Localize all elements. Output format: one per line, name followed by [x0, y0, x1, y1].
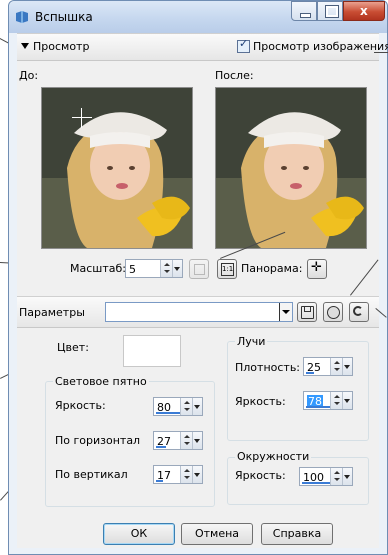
dropdown-arrow-icon[interactable]: [342, 392, 352, 409]
dialog-body: Просмотр ✓ Просмотр изображения До: Посл…: [17, 33, 388, 548]
vertical-spinner[interactable]: 17: [153, 465, 203, 484]
rays-group-label: Лучи: [235, 335, 268, 348]
actual-size-icon: 1:1: [221, 263, 234, 276]
density-spinner[interactable]: 25: [303, 357, 353, 376]
minimize-icon: [300, 13, 311, 18]
spin-arrows-icon[interactable]: [160, 260, 172, 277]
vertical-label: По вертикал: [55, 468, 128, 481]
collapse-arrow-icon[interactable]: [21, 43, 29, 49]
density-label: Плотность:: [235, 361, 301, 374]
after-preview-image: [215, 87, 367, 249]
reset-preset-button[interactable]: [349, 302, 369, 322]
close-button[interactable]: x: [343, 1, 385, 21]
title-bar[interactable]: Вспышка x: [9, 1, 387, 33]
value-bar: [306, 372, 314, 374]
before-label: До:: [19, 69, 39, 82]
zoom-value[interactable]: 5: [129, 263, 136, 276]
horizontal-label: По горизонтал: [55, 434, 141, 447]
preview-header: Просмотр ✓ Просмотр изображения: [17, 33, 388, 61]
spin-arrows-icon[interactable]: [180, 432, 192, 449]
save-preset-button[interactable]: [297, 302, 317, 322]
preset-globe-icon: [327, 306, 340, 319]
circles-brightness-spinner[interactable]: 100: [299, 467, 353, 486]
parameters-label: Параметры: [19, 306, 85, 319]
zoom-label: Масштаб:: [70, 262, 126, 275]
before-preview-image[interactable]: [41, 87, 193, 249]
minimize-button[interactable]: [291, 1, 317, 21]
preview-section-label[interactable]: Просмотр: [33, 40, 89, 53]
pan-button[interactable]: ✛: [307, 259, 327, 279]
actual-size-button[interactable]: 1:1: [217, 259, 237, 279]
zoom-fit-icon: [194, 264, 205, 275]
dropdown-arrow-icon[interactable]: [342, 468, 352, 485]
spot-brightness-spinner[interactable]: 80: [153, 397, 203, 416]
dropdown-arrow-icon[interactable]: [172, 260, 182, 277]
help-button[interactable]: Справка: [261, 523, 333, 545]
pan-label: Панорама:: [241, 262, 303, 275]
close-icon: x: [360, 4, 368, 18]
spin-arrows-icon[interactable]: [180, 466, 192, 483]
value-bar: [156, 446, 166, 448]
rays-brightness-spinner[interactable]: 78: [303, 391, 353, 410]
parameters-header: Параметры: [17, 296, 379, 328]
horizontal-spinner[interactable]: 27: [153, 431, 203, 450]
dropdown-arrow-icon[interactable]: [342, 358, 352, 375]
app-icon: [16, 11, 28, 23]
value-bar: [156, 412, 180, 414]
color-label: Цвет:: [57, 341, 89, 354]
circles-group-label: Окружности: [235, 450, 312, 463]
dropdown-arrow-icon[interactable]: [192, 432, 202, 449]
circles-brightness-label: Яркость:: [235, 469, 286, 482]
move-icon: ✛: [311, 260, 322, 275]
maximize-icon: [325, 5, 339, 18]
portrait-photo: [216, 88, 366, 248]
value-bar: [302, 482, 332, 484]
preset-combobox[interactable]: [105, 302, 293, 322]
value-bar: [306, 406, 330, 408]
after-label: После:: [215, 69, 254, 82]
maximize-button[interactable]: [317, 1, 343, 21]
fit-zoom-button[interactable]: [189, 259, 209, 279]
cancel-button[interactable]: Отмена: [181, 523, 253, 545]
reset-icon: [353, 306, 363, 316]
color-swatch[interactable]: [123, 335, 181, 367]
crosshair-icon: [72, 108, 92, 128]
preview-image-label[interactable]: Просмотр изображения: [253, 40, 388, 53]
zoom-spinner[interactable]: 5: [125, 259, 183, 278]
spot-brightness-label: Яркость:: [55, 399, 106, 412]
ok-button[interactable]: ОК: [103, 523, 175, 545]
rays-brightness-label: Яркость:: [235, 395, 286, 408]
spin-arrows-icon[interactable]: [330, 468, 342, 485]
portrait-photo: [42, 88, 192, 248]
light-spot-group-label: Световое пятно: [53, 375, 149, 388]
window-title: Вспышка: [35, 10, 93, 24]
annotation-arrow: [374, 52, 388, 53]
dropdown-arrow-icon[interactable]: [279, 303, 292, 321]
value-bar: [156, 480, 163, 482]
dropdown-arrow-icon[interactable]: [192, 398, 202, 415]
dropdown-arrow-icon[interactable]: [192, 466, 202, 483]
checkmark-icon: ✓: [239, 37, 249, 50]
flash-dialog-window: Вспышка x Просмотр ✓ Просмотр изображени…: [8, 0, 388, 555]
spin-arrows-icon[interactable]: [330, 358, 342, 375]
load-preset-button[interactable]: [323, 302, 343, 322]
spin-arrows-icon[interactable]: [180, 398, 192, 415]
spin-arrows-icon[interactable]: [330, 392, 342, 409]
save-icon: [301, 306, 314, 319]
